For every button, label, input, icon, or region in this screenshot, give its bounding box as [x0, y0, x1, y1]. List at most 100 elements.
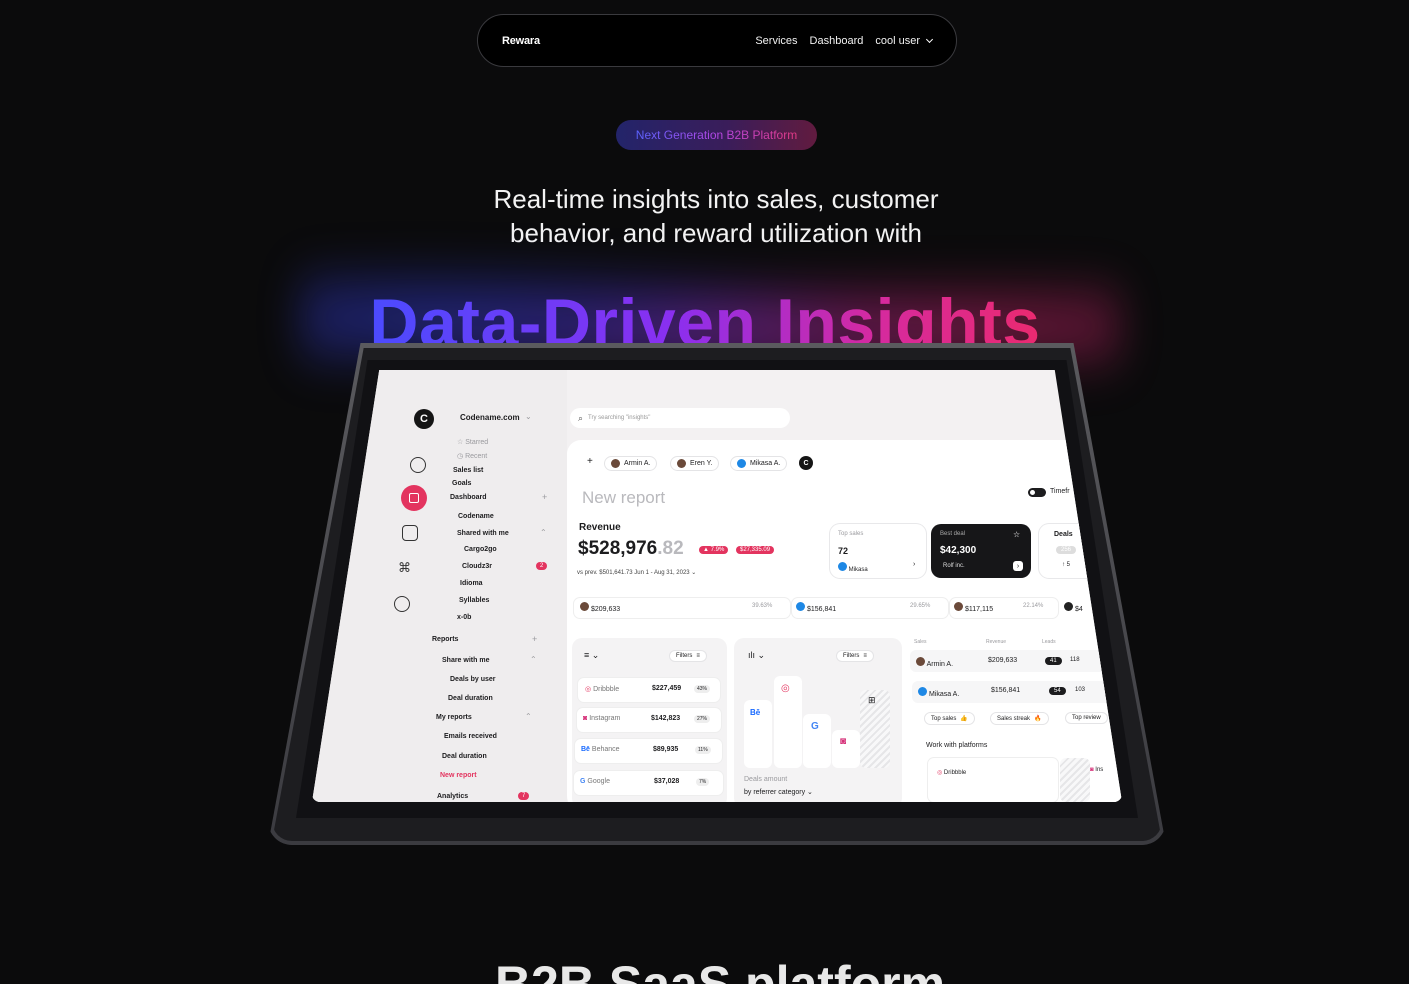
- add-report-icon[interactable]: +: [532, 634, 537, 644]
- list-view-icon[interactable]: ≡ ⌄: [584, 650, 599, 661]
- avatar: [611, 459, 620, 468]
- sidebar-item-starred[interactable]: ☆ Starred: [457, 438, 488, 446]
- platform-name: G Google: [580, 778, 610, 785]
- hero-subheading-line-1: Real-time insights into sales, customer: [493, 184, 939, 214]
- sidebar-item-emails-received[interactable]: Emails received: [444, 733, 497, 740]
- dashboard-icon[interactable]: [401, 485, 427, 511]
- sidebar-item-cloudz3r[interactable]: Cloudz3r: [462, 563, 492, 570]
- chevron-down-icon: [925, 35, 934, 43]
- search-input[interactable]: ⌕ Try searching "insights": [570, 408, 790, 428]
- filters-button[interactable]: Filters ≡: [836, 650, 874, 662]
- revenue-amount-value: $528,976: [578, 538, 658, 559]
- sidebar-item-analytics[interactable]: Analytics: [437, 793, 468, 800]
- platform-name-text: Google: [587, 778, 610, 785]
- brand-logo[interactable]: Rewara: [502, 35, 540, 47]
- tag-top-sales[interactable]: Top sales 👍: [924, 712, 975, 725]
- section-title: B2B SaaS platform: [494, 956, 946, 984]
- sidebar-item-codename[interactable]: Codename: [458, 513, 494, 520]
- revenue-comparison: vs prev. $501,641.73 Jun 1 - Aug 31, 202…: [577, 570, 697, 576]
- tag-top-review[interactable]: Top review: [1065, 712, 1108, 724]
- hero-headline-text: Data-Driven Insights: [369, 285, 1040, 344]
- chevron-right-icon[interactable]: ›: [1013, 561, 1023, 571]
- sidebar-item-syllables[interactable]: Syllables: [459, 597, 489, 604]
- filters-button[interactable]: Filters ≡: [669, 650, 707, 662]
- add-dashboard-icon[interactable]: +: [542, 492, 547, 502]
- chart-view-icon[interactable]: ılı ⌄: [748, 650, 765, 661]
- app-logo-icon[interactable]: C: [414, 409, 434, 429]
- sidebar-item-deals-by-user[interactable]: Deals by user: [450, 676, 496, 683]
- person-chip-mikasa[interactable]: Mikasa A.: [730, 456, 788, 471]
- document-icon[interactable]: [402, 525, 418, 541]
- person-chip-eren[interactable]: Eren Y.: [670, 456, 720, 471]
- filters-button-label: Filters: [843, 653, 860, 659]
- nav-link-dashboard[interactable]: Dashboard: [810, 35, 864, 47]
- table-header-leads: Leads: [1042, 639, 1056, 645]
- star-icon[interactable]: ☆: [1013, 530, 1020, 539]
- revenue-delta-badge: $27,335.09: [736, 546, 775, 554]
- sidebar-item-recent[interactable]: ◷ Recent: [457, 452, 487, 460]
- chart-caption-2-text: by referrer category: [744, 789, 806, 796]
- sidebar-item-deal-duration[interactable]: Deal duration: [448, 695, 493, 702]
- sidebar-item-deal-duration-2[interactable]: Deal duration: [442, 753, 487, 760]
- avatar: [796, 602, 805, 611]
- add-person-icon[interactable]: +: [587, 456, 593, 467]
- sidebar-item-idioma[interactable]: Idioma: [460, 580, 483, 587]
- table-header-revenue: Revenue: [986, 639, 1007, 645]
- timeframe-toggle[interactable]: [1028, 488, 1046, 497]
- analytics-count-badge: 7: [518, 792, 530, 800]
- instagram-icon: ◙: [583, 715, 588, 722]
- deals-label: Deals: [1054, 531, 1073, 538]
- sidebar-item-dashboard[interactable]: Dashboard: [450, 494, 487, 501]
- chevron-up-icon[interactable]: ⌃: [525, 712, 532, 721]
- command-icon[interactable]: ⌘: [398, 560, 414, 576]
- report-title[interactable]: New report: [582, 488, 665, 508]
- filters-button-label: Filters: [676, 653, 693, 659]
- platform-name: ◎ Dribbble: [585, 685, 619, 693]
- person-chip-armin[interactable]: Armin A.: [604, 456, 658, 471]
- platform-name-text: Behance: [591, 746, 620, 753]
- deals-change: ↑ 5: [1062, 562, 1071, 568]
- instagram-icon: ◙: [840, 736, 847, 747]
- table-cell-name-text: Mikasa A.: [928, 691, 960, 698]
- work-platform-label: ◎ Dribbble: [937, 769, 966, 776]
- platform-name-text: Instagram: [589, 715, 621, 722]
- avatar: [954, 602, 963, 611]
- deals-value: 256: [1056, 546, 1077, 554]
- google-icon: G: [580, 778, 586, 785]
- hero-subheading-line-2: behavior, and reward utilization with: [510, 218, 922, 248]
- revenue-amount-cents: .82: [657, 538, 684, 559]
- sidebar-item-reports[interactable]: Reports: [432, 636, 458, 643]
- sidebar-item-goals[interactable]: Goals: [452, 480, 471, 487]
- revenue-comparison-text: vs prev. $501,641.73 Jun 1 - Aug 31, 202…: [577, 570, 690, 576]
- revenue-label: Revenue: [579, 522, 621, 533]
- activity-icon[interactable]: [410, 457, 426, 473]
- chevron-up-icon[interactable]: ⌃: [540, 528, 547, 537]
- sidebar-item-new-report[interactable]: New report: [440, 772, 477, 779]
- sidebar-item-share-with-me[interactable]: Share with me: [442, 657, 489, 664]
- chevron-right-icon[interactable]: ›: [913, 561, 915, 568]
- work-platform-card-dribbble[interactable]: [928, 758, 1058, 802]
- tag-sales-streak[interactable]: Sales streak 🔥: [990, 712, 1049, 725]
- sidebar-item-cargo2go[interactable]: Cargo2go: [464, 546, 497, 553]
- nav-link-services[interactable]: Services: [755, 35, 797, 47]
- chart-caption-2[interactable]: by referrer category ⌄: [744, 788, 813, 796]
- workspace-name[interactable]: Codename.com: [460, 413, 520, 422]
- company-logo-icon[interactable]: C: [799, 456, 813, 470]
- cloudz3r-count-badge: 2: [536, 562, 548, 570]
- sidebar-item-my-reports[interactable]: My reports: [436, 714, 472, 721]
- link-icon[interactable]: [394, 596, 410, 612]
- sidebar-item-sales-list[interactable]: Sales list: [453, 467, 483, 474]
- platform-pct: 7%: [696, 778, 710, 786]
- user-menu[interactable]: cool user: [875, 34, 934, 47]
- strip-item-1: $209,633: [580, 602, 620, 613]
- user-name: cool user: [875, 34, 920, 47]
- best-deal-company: Rolf inc.: [943, 563, 965, 569]
- work-platform-label: ◙ Ins: [1090, 767, 1103, 773]
- sidebar-item-x0b[interactable]: x-0b: [457, 614, 471, 621]
- sidebar-item-shared[interactable]: Shared with me: [457, 530, 509, 537]
- hero-headline: Data-Driven Insights: [340, 282, 1070, 344]
- table-cell-revenue: $209,633: [988, 657, 1018, 664]
- strip-item-3-pct: 22.14%: [1023, 603, 1044, 609]
- table-cell-revenue: $156,841: [991, 687, 1021, 694]
- chevron-up-icon[interactable]: ⌃: [530, 655, 537, 664]
